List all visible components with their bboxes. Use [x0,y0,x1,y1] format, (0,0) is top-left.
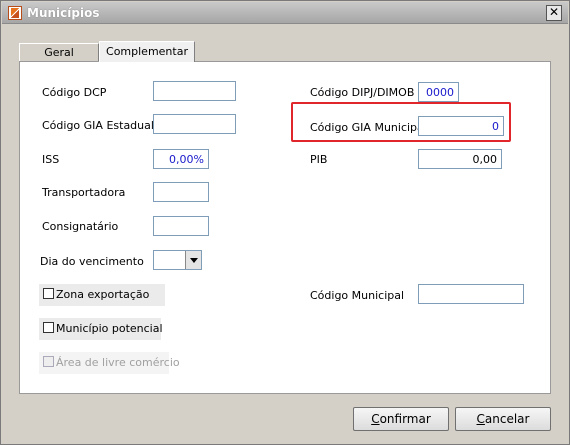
consignatario-field[interactable] [153,216,209,236]
app-icon [8,6,22,20]
close-icon: ✕ [548,5,560,19]
codigo-dipj-dimob-field[interactable]: 0000 [418,82,459,102]
codigo-gia-municipal-field[interactable]: 0 [418,116,504,136]
transportadora-field[interactable] [153,182,209,202]
municipio-potencial-label: Município potencial [56,322,163,335]
tab-complementar[interactable]: Complementar [99,41,195,62]
codigo-dcp-field[interactable] [153,81,236,101]
zona-exportacao-label: Zona exportação [56,288,150,301]
pib-label: PIB [310,153,328,166]
iss-label: ISS [42,153,60,166]
area-livre-comercio-label: Área de livre comércio [56,356,180,369]
close-button[interactable]: ✕ [546,5,562,21]
dia-vencimento-combo[interactable] [153,250,202,270]
title-bar: Municípios ✕ [2,2,568,24]
checkbox-icon [43,322,54,333]
cancel-button-label: Cancelar [476,412,530,426]
consignatario-label: Consignatário [42,220,119,233]
complementar-panel: Código DCP Código GIA Estadual ISS 0,00%… [19,61,551,394]
codigo-gia-municipal-label: Código GIA Municipal [310,121,427,134]
codigo-municipal-field[interactable] [418,284,524,304]
codigo-dipj-dimob-label: Código DIPJ/DIMOB [310,86,415,99]
transportadora-label: Transportadora [42,186,126,199]
cancel-button[interactable]: Cancelar [455,407,551,431]
confirm-button-label: Confirmar [371,412,431,426]
window-title: Municípios [27,6,100,20]
codigo-gia-estadual-label: Código GIA Estadual [42,119,154,132]
tab-geral[interactable]: Geral [19,43,99,61]
dia-vencimento-label: Dia do vencimento [40,255,144,268]
checkbox-icon [43,288,54,299]
municipios-dialog: Municípios ✕ Geral Complementar Código D… [0,0,570,445]
codigo-municipal-label: Código Municipal [310,289,405,302]
codigo-gia-estadual-field[interactable] [153,114,236,134]
municipio-potencial-checkbox[interactable]: Município potencial [39,318,163,340]
area-livre-comercio-checkbox: Área de livre comércio [39,352,180,374]
checkbox-icon [43,356,54,367]
zona-exportacao-checkbox[interactable]: Zona exportação [39,284,165,306]
confirm-button[interactable]: Confirmar [353,407,449,431]
chevron-down-icon[interactable] [185,251,201,269]
iss-field[interactable]: 0,00% [153,149,209,169]
codigo-dcp-label: Código DCP [42,86,107,99]
pib-field[interactable]: 0,00 [418,149,502,169]
